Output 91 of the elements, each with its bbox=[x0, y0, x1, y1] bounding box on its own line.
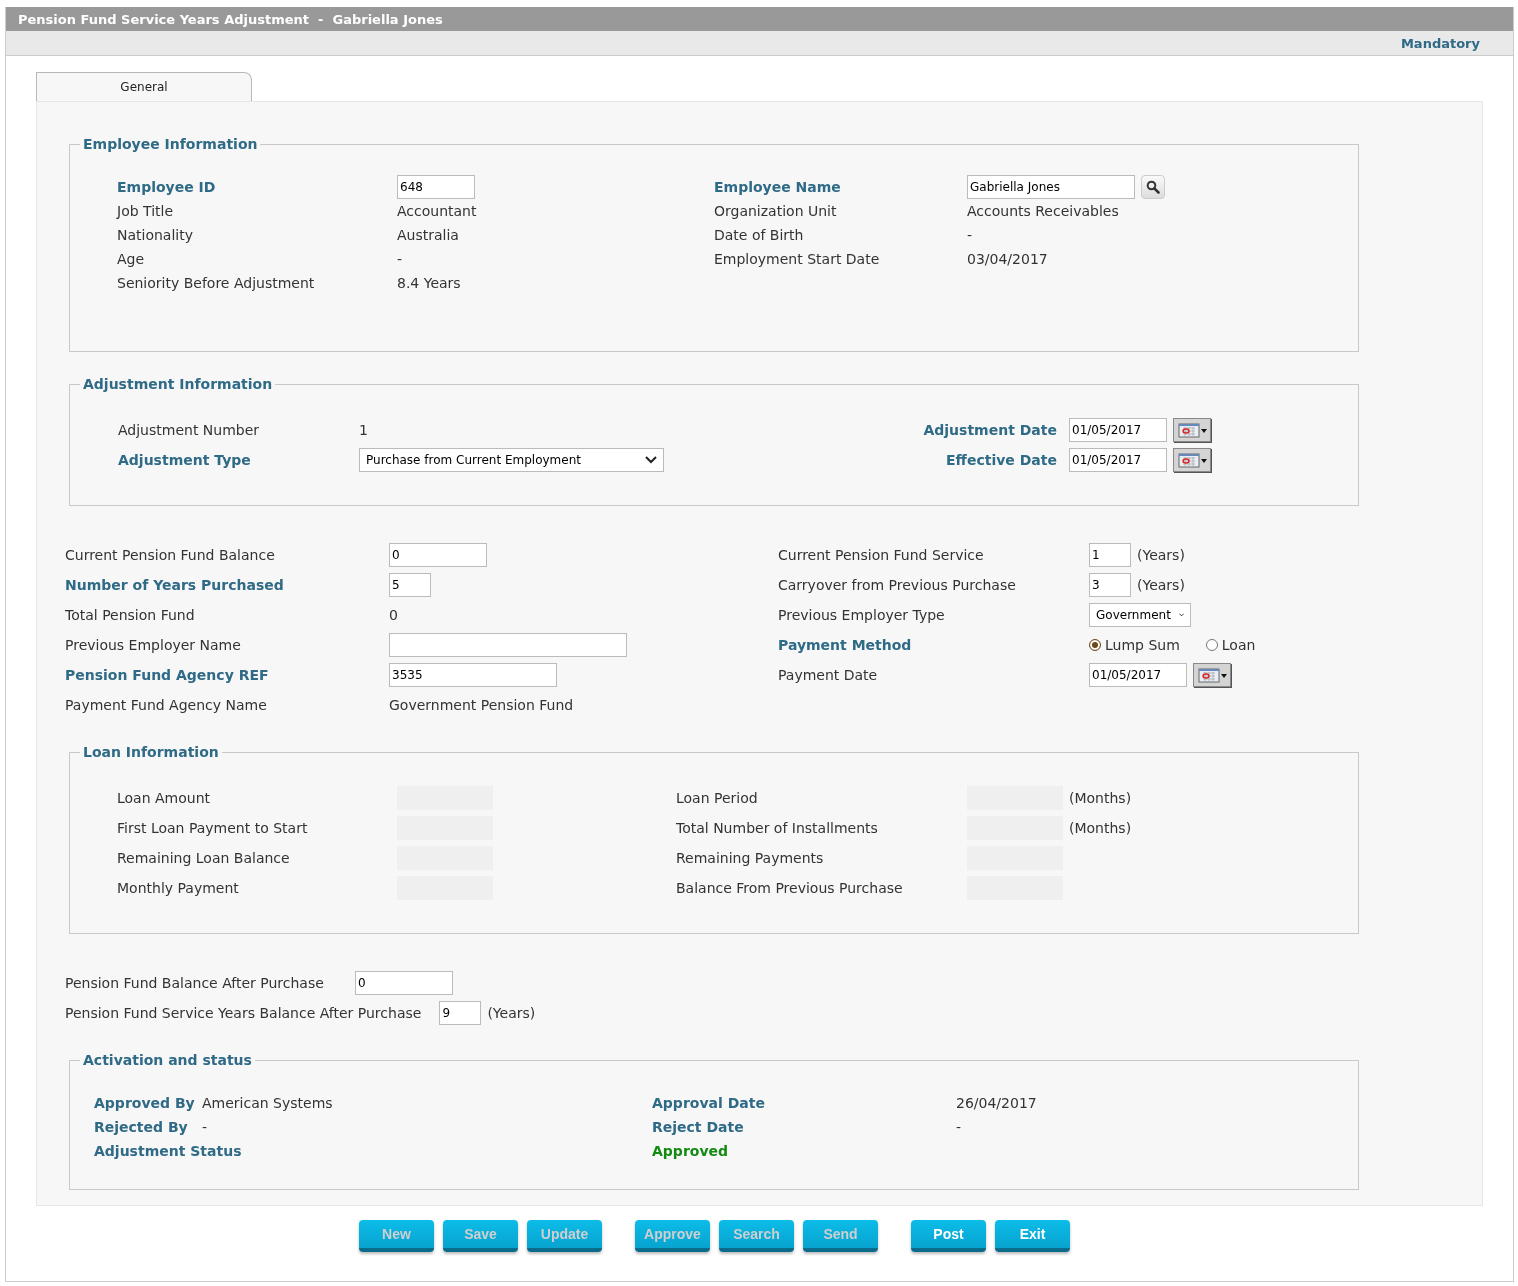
radio-option[interactable]: Lump Sum bbox=[1089, 637, 1180, 653]
field-label: Seniority Before Adjustment bbox=[117, 275, 315, 291]
field-label: Effective Date bbox=[946, 452, 1057, 468]
field-label: Employee Name bbox=[714, 179, 841, 195]
field-value: - bbox=[397, 251, 403, 267]
unit-label: (Years) bbox=[1137, 577, 1185, 593]
field-value: Accounts Receivables bbox=[967, 203, 1119, 219]
field-value: - bbox=[956, 1119, 962, 1135]
field-label: Pension Fund Balance After Purchase bbox=[65, 975, 324, 991]
field-value: 8.4 Years bbox=[397, 275, 461, 291]
text-input[interactable]: 648 bbox=[397, 175, 475, 199]
field-value: Australia bbox=[397, 227, 459, 243]
calendar-button[interactable] bbox=[1173, 418, 1211, 442]
field-label: Adjustment Type bbox=[118, 452, 251, 468]
field-label: Date of Birth bbox=[714, 227, 804, 243]
search-icon bbox=[1146, 180, 1160, 194]
calendar-button[interactable] bbox=[1193, 663, 1231, 687]
field-label: Previous Employer Type bbox=[778, 607, 945, 623]
text-input[interactable]: 3535 bbox=[389, 663, 557, 687]
field-label: Age bbox=[117, 251, 145, 267]
field-label: Adjustment Date bbox=[923, 422, 1057, 438]
text-input[interactable]: 9 bbox=[439, 1001, 482, 1025]
field-label: Balance From Previous Purchase bbox=[676, 880, 903, 896]
field-value: - bbox=[967, 227, 973, 243]
text-input[interactable]: Gabriella Jones bbox=[967, 175, 1135, 199]
field-value: 0 bbox=[389, 607, 398, 623]
field-value: Government Pension Fund bbox=[389, 697, 574, 713]
field-label: Adjustment Status bbox=[94, 1143, 242, 1159]
field-label: Number of Years Purchased bbox=[65, 577, 284, 593]
status-value: Approved bbox=[652, 1143, 729, 1159]
text-input[interactable]: 0 bbox=[389, 543, 487, 567]
field-label: Organization Unit bbox=[714, 203, 837, 219]
section-legend: Employee Information bbox=[80, 135, 261, 153]
date-input[interactable]: 01/05/2017 bbox=[1069, 448, 1167, 472]
field-label: Remaining Loan Balance bbox=[117, 850, 290, 866]
field-label: First Loan Payment to Start bbox=[117, 820, 308, 836]
calendar-icon bbox=[1175, 450, 1209, 470]
field-value: Accountant bbox=[397, 203, 477, 219]
window-title: Pension Fund Service Years Adjustment - Gabriella Jones bbox=[18, 11, 443, 27]
field-label: Current Pension Fund Service bbox=[778, 547, 984, 563]
section-legend: Adjustment Information bbox=[80, 375, 276, 393]
field-label: Payment Method bbox=[778, 637, 912, 653]
field-value: 03/04/2017 bbox=[967, 251, 1048, 267]
field-label: Monthly Payment bbox=[117, 880, 239, 896]
date-input[interactable]: 01/05/2017 bbox=[1089, 663, 1187, 687]
field-label: Carryover from Previous Purchase bbox=[778, 577, 1016, 593]
calendar-icon bbox=[1195, 665, 1229, 685]
field-label: Loan Amount bbox=[117, 790, 211, 806]
text-input[interactable]: 3 bbox=[1089, 573, 1131, 597]
text-input[interactable] bbox=[389, 633, 627, 657]
dropdown[interactable]: Purchase from Current Employment bbox=[359, 448, 664, 472]
mandatory-label: Mandatory bbox=[1400, 35, 1480, 51]
unit-label: (Months) bbox=[1069, 790, 1132, 806]
field-value: 1 bbox=[359, 422, 368, 438]
field-value: American Systems bbox=[202, 1095, 333, 1111]
date-input[interactable]: 01/05/2017 bbox=[1069, 418, 1167, 442]
calendar-button[interactable] bbox=[1173, 448, 1211, 472]
field-label: Job Title bbox=[117, 203, 174, 219]
calendar-icon bbox=[1175, 420, 1209, 440]
chevron-down-icon bbox=[645, 456, 657, 464]
field-label: Reject Date bbox=[652, 1119, 744, 1135]
text-input[interactable]: 5 bbox=[389, 573, 431, 597]
field-label: Remaining Payments bbox=[676, 850, 824, 866]
field-label: Approved By bbox=[94, 1095, 195, 1111]
chevron-down-icon bbox=[1178, 611, 1184, 619]
radio-option[interactable]: Loan bbox=[1205, 637, 1256, 653]
unit-label: (Years) bbox=[487, 1005, 536, 1021]
field-label: Adjustment Number bbox=[118, 422, 260, 438]
field-label: Pension Fund Service Years Balance After Purchase bbox=[65, 1005, 422, 1021]
search-button[interactable] bbox=[1141, 175, 1165, 199]
field-label: Nationality bbox=[117, 227, 193, 243]
dropdown[interactable]: Government bbox=[1089, 603, 1191, 627]
field-label: Approval Date bbox=[652, 1095, 765, 1111]
field-value: - bbox=[202, 1119, 208, 1135]
text-input[interactable]: 0 bbox=[355, 971, 453, 995]
unit-label: (Months) bbox=[1069, 820, 1132, 836]
field-value: 26/04/2017 bbox=[956, 1095, 1037, 1111]
field-label: Total Number of Installments bbox=[676, 820, 878, 836]
unit-label: (Years) bbox=[1137, 547, 1185, 563]
field-label: Pension Fund Agency REF bbox=[65, 667, 269, 683]
text-input[interactable]: 1 bbox=[1089, 543, 1131, 567]
field-label: Employment Start Date bbox=[714, 251, 880, 267]
field-label: Employee ID bbox=[117, 179, 216, 195]
tab[interactable]: General bbox=[36, 72, 252, 101]
field-label: Payment Fund Agency Name bbox=[65, 697, 267, 713]
field-label: Payment Date bbox=[778, 667, 878, 683]
field-label: Previous Employer Name bbox=[65, 637, 241, 653]
field-label: Rejected By bbox=[94, 1119, 188, 1135]
field-label: Loan Period bbox=[676, 790, 758, 806]
field-label: Total Pension Fund bbox=[65, 607, 195, 623]
field-label: Current Pension Fund Balance bbox=[65, 547, 275, 563]
